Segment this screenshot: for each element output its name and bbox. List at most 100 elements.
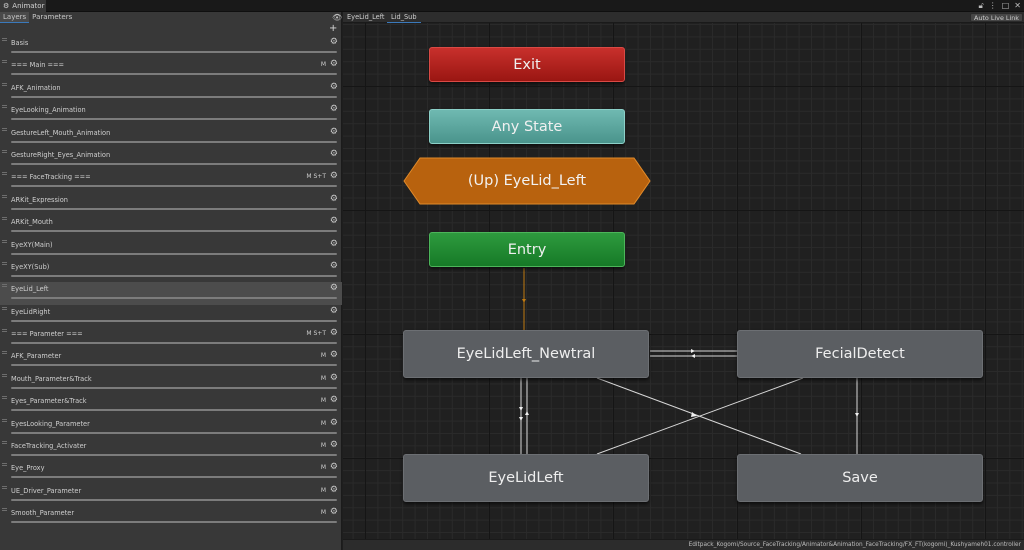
gear-icon[interactable]: ⚙ xyxy=(330,306,338,316)
gear-icon[interactable]: ⚙ xyxy=(330,373,338,383)
drag-handle-icon[interactable] xyxy=(2,127,7,131)
parameter-row[interactable]: GestureRight_Eyes_Animation ⚙ xyxy=(0,148,342,170)
drag-handle-icon[interactable] xyxy=(2,284,7,288)
gear-icon[interactable]: ⚙ xyxy=(330,171,338,181)
gear-icon[interactable]: ⚙ xyxy=(330,261,338,271)
state-save[interactable]: Save xyxy=(737,454,983,502)
parameter-weight-slider[interactable] xyxy=(11,140,337,143)
drag-handle-icon[interactable] xyxy=(2,441,7,445)
gear-icon[interactable]: ⚙ xyxy=(330,149,338,159)
drag-handle-icon[interactable] xyxy=(2,239,7,243)
parameter-weight-slider[interactable] xyxy=(11,185,337,188)
gear-icon[interactable]: ⚙ xyxy=(330,485,338,495)
parameter-weight-slider[interactable] xyxy=(11,252,337,255)
parameter-row[interactable]: AFK_Animation ⚙ xyxy=(0,81,342,103)
state-exit[interactable]: Exit xyxy=(429,47,625,82)
state-eyelidleft[interactable]: EyeLidLeft xyxy=(403,454,649,502)
parameter-weight-slider[interactable] xyxy=(11,409,337,412)
state-any-state[interactable]: Any State xyxy=(429,109,625,144)
gear-icon[interactable]: ⚙ xyxy=(330,104,338,114)
parameter-row[interactable]: EyeLid_Left ⚙ xyxy=(0,282,342,305)
gear-icon[interactable]: ⚙ xyxy=(330,350,338,360)
parameter-row[interactable]: GestureLeft_Mouth_Animation ⚙ xyxy=(0,126,342,148)
kebab-icon[interactable]: ⋮ xyxy=(989,1,997,11)
gear-icon[interactable]: ⚙ xyxy=(330,37,338,47)
state-up-parent[interactable]: (Up) EyeLid_Left xyxy=(402,157,652,205)
drag-handle-icon[interactable] xyxy=(2,194,7,198)
tab-layers[interactable]: Layers xyxy=(0,12,30,23)
auto-live-link-button[interactable]: Auto Live Link xyxy=(969,13,1023,22)
parameter-weight-slider[interactable] xyxy=(11,319,337,322)
parameter-row[interactable]: Basis ⚙ xyxy=(0,36,342,58)
drag-handle-icon[interactable] xyxy=(2,217,7,221)
parameter-row[interactable]: Mouth_Parameter&Track M ⚙ xyxy=(0,372,342,394)
parameter-weight-slider[interactable] xyxy=(11,521,337,524)
drag-handle-icon[interactable] xyxy=(2,172,7,176)
state-entry[interactable]: Entry xyxy=(429,232,625,267)
parameter-weight-slider[interactable] xyxy=(11,274,337,277)
eye-icon[interactable]: 👁︎ xyxy=(332,13,342,22)
drag-handle-icon[interactable] xyxy=(2,82,7,86)
parameter-weight-slider[interactable] xyxy=(11,386,337,389)
parameter-weight-slider[interactable] xyxy=(11,51,337,53)
parameter-weight-slider[interactable] xyxy=(11,73,337,76)
state-eyelidleft-newtral[interactable]: EyeLidLeft_Newtral xyxy=(403,330,649,378)
parameter-row[interactable]: Eye_Proxy M ⚙ xyxy=(0,461,342,483)
gear-icon[interactable]: ⚙ xyxy=(330,328,338,338)
drag-handle-icon[interactable] xyxy=(2,485,7,489)
maximize-icon[interactable]: □ xyxy=(1002,1,1010,11)
gear-icon[interactable]: ⚙ xyxy=(330,507,338,517)
parameter-row[interactable]: ARKit_Expression ⚙ xyxy=(0,193,342,215)
drag-handle-icon[interactable] xyxy=(2,149,7,153)
gear-icon[interactable]: ⚙ xyxy=(330,283,338,293)
parameter-weight-slider[interactable] xyxy=(11,342,337,345)
drag-handle-icon[interactable] xyxy=(2,38,7,41)
close-icon[interactable]: ✕ xyxy=(1014,1,1021,11)
animator-window-tab[interactable]: ⚙ Animator xyxy=(0,0,46,12)
add-parameter-button[interactable]: + xyxy=(329,23,337,35)
state-fecialdetect[interactable]: FecialDetect xyxy=(737,330,983,378)
parameter-row[interactable]: EyeLidRight ⚙ xyxy=(0,305,342,327)
gear-icon[interactable]: ⚙ xyxy=(330,418,338,428)
drag-handle-icon[interactable] xyxy=(2,329,7,333)
drag-handle-icon[interactable] xyxy=(2,60,7,64)
drag-handle-icon[interactable] xyxy=(2,418,7,422)
drag-handle-icon[interactable] xyxy=(2,306,7,310)
drag-handle-icon[interactable] xyxy=(2,105,7,109)
parameter-weight-slider[interactable] xyxy=(11,454,337,457)
drag-handle-icon[interactable] xyxy=(2,463,7,467)
parameter-weight-slider[interactable] xyxy=(11,162,337,165)
parameter-row[interactable]: ARKit_Mouth ⚙ xyxy=(0,215,342,237)
gear-icon[interactable]: ⚙ xyxy=(330,59,338,69)
parameter-row[interactable]: UE_Driver_Parameter M ⚙ xyxy=(0,484,342,506)
parameter-weight-slider[interactable] xyxy=(11,118,337,121)
parameter-weight-slider[interactable] xyxy=(11,230,337,233)
breadcrumb-item-current[interactable]: Lid_Sub xyxy=(387,12,421,23)
gear-icon[interactable]: ⚙ xyxy=(330,239,338,249)
drag-handle-icon[interactable] xyxy=(2,351,7,355)
breadcrumb-item-root[interactable]: EyeLid_Left xyxy=(343,12,389,23)
drag-handle-icon[interactable] xyxy=(2,261,7,265)
gear-icon[interactable]: ⚙ xyxy=(330,82,338,92)
lock-icon[interactable]: 🔓︎ xyxy=(979,1,984,11)
gear-icon[interactable]: ⚙ xyxy=(330,395,338,405)
gear-icon[interactable]: ⚙ xyxy=(330,216,338,226)
parameter-row[interactable]: Eyes_Parameter&Track M ⚙ xyxy=(0,394,342,416)
parameter-row[interactable]: === Parameter === M S+T ⚙ xyxy=(0,327,342,349)
parameter-weight-slider[interactable] xyxy=(11,431,337,434)
parameter-weight-slider[interactable] xyxy=(11,364,337,367)
parameter-row[interactable]: === FaceTracking === M S+T ⚙ xyxy=(0,170,342,192)
drag-handle-icon[interactable] xyxy=(2,396,7,400)
parameter-row[interactable]: Smooth_Parameter M ⚙ xyxy=(0,506,342,528)
parameter-weight-slider[interactable] xyxy=(11,498,337,501)
parameter-row[interactable]: EyeLooking_Animation ⚙ xyxy=(0,103,342,125)
parameter-row[interactable]: EyesLooking_Parameter M ⚙ xyxy=(0,417,342,439)
parameter-row[interactable]: EyeXY(Sub) ⚙ xyxy=(0,260,342,282)
parameter-weight-slider[interactable] xyxy=(11,297,337,300)
state-machine-graph[interactable]: EyeLid_Left Lid_Sub Auto Live Link Exit … xyxy=(343,12,1024,550)
parameter-row[interactable]: EyeXY(Main) ⚙ xyxy=(0,238,342,260)
gear-icon[interactable]: ⚙ xyxy=(330,462,338,472)
drag-handle-icon[interactable] xyxy=(2,508,7,512)
gear-icon[interactable]: ⚙ xyxy=(330,440,338,450)
parameter-weight-slider[interactable] xyxy=(11,476,337,479)
